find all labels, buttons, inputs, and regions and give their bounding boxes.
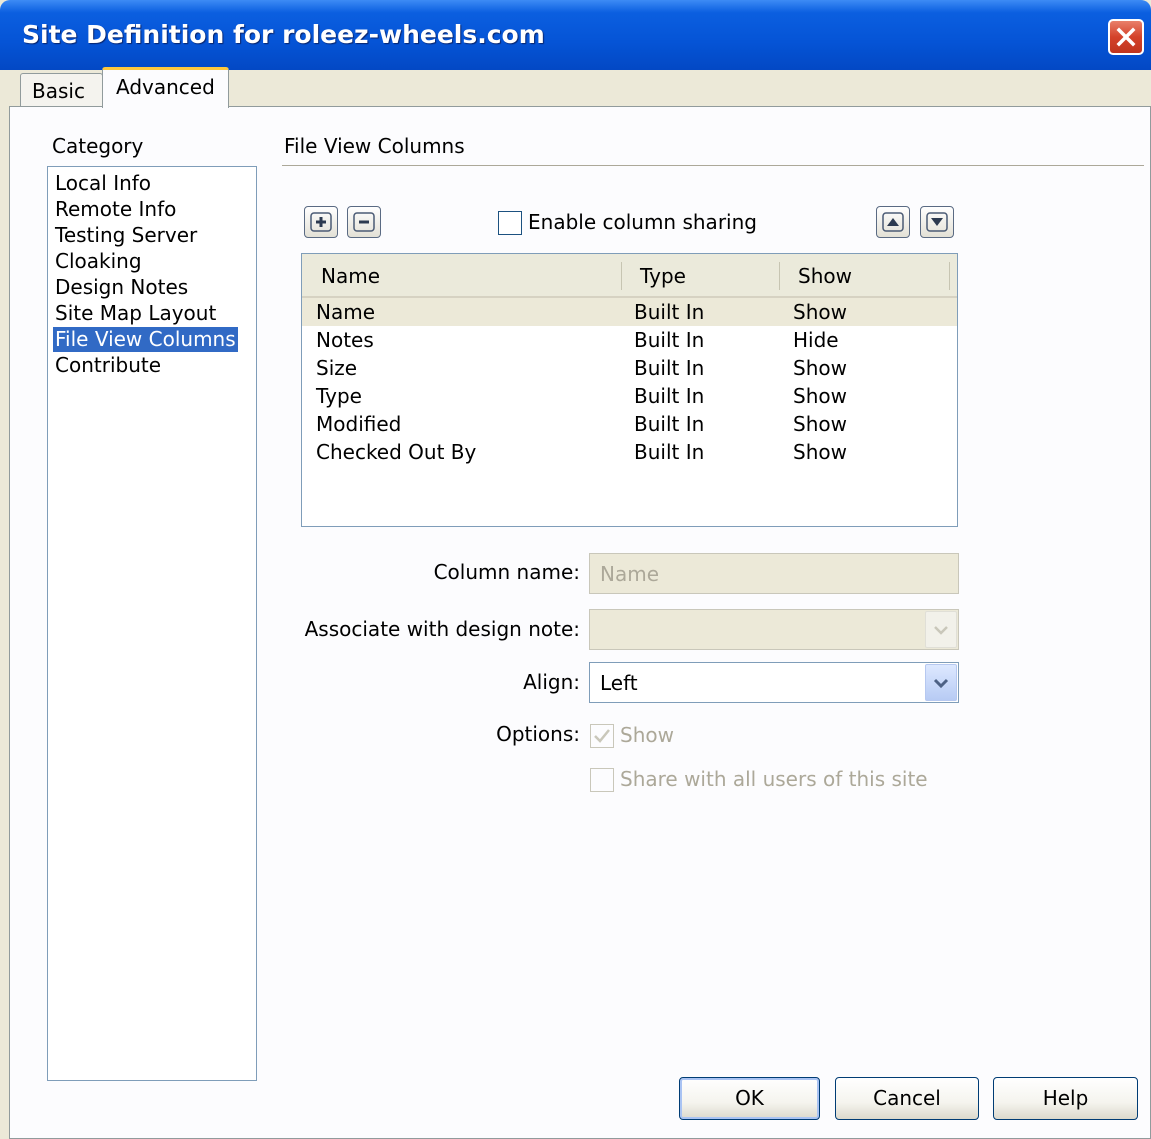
- column-name-value: Name: [600, 562, 660, 586]
- table-header: Name Type Show: [302, 254, 957, 298]
- cell-name: Size: [316, 356, 358, 380]
- move-up-button[interactable]: [876, 206, 910, 238]
- cell-show: Show: [793, 384, 847, 408]
- chevron-down-icon: [933, 678, 949, 689]
- column-name-label: Column name:: [433, 560, 580, 584]
- cell-type: Built In: [634, 440, 705, 464]
- table-row[interactable]: Type Built In Show: [302, 382, 957, 410]
- checkmark-icon: [594, 729, 610, 743]
- chevron-down-icon: [934, 626, 948, 635]
- align-value: Left: [600, 671, 638, 695]
- category-item-testing-server[interactable]: Testing Server: [53, 223, 199, 248]
- associate-dropdown-button[interactable]: [925, 611, 957, 648]
- cell-show: Show: [793, 356, 847, 380]
- move-down-button[interactable]: [920, 206, 954, 238]
- cell-type: Built In: [634, 412, 705, 436]
- cell-type: Built In: [634, 328, 705, 352]
- close-icon: [1116, 27, 1136, 47]
- minus-icon: [353, 212, 375, 232]
- header-type[interactable]: Type: [640, 264, 686, 288]
- header-separator: [621, 262, 622, 290]
- section-title: File View Columns: [284, 134, 465, 158]
- align-dropdown-button[interactable]: [925, 664, 957, 701]
- category-item-cloaking[interactable]: Cloaking: [53, 249, 144, 274]
- enable-sharing-label: Enable column sharing: [528, 210, 757, 234]
- remove-column-button[interactable]: [347, 206, 381, 238]
- category-item-site-map-layout[interactable]: Site Map Layout: [53, 301, 218, 326]
- header-separator: [949, 262, 950, 290]
- cell-name: Notes: [316, 328, 374, 352]
- table-row[interactable]: Notes Built In Hide: [302, 326, 957, 354]
- table-row[interactable]: Modified Built In Show: [302, 410, 957, 438]
- enable-sharing-checkbox[interactable]: [498, 211, 522, 235]
- tab-advanced[interactable]: Advanced: [102, 67, 229, 108]
- cell-name: Modified: [316, 412, 402, 436]
- cell-show: Hide: [793, 328, 839, 352]
- header-show[interactable]: Show: [798, 264, 852, 288]
- category-item-design-notes[interactable]: Design Notes: [53, 275, 190, 300]
- category-item-contribute[interactable]: Contribute: [53, 353, 163, 378]
- associate-label: Associate with design note:: [304, 617, 580, 641]
- category-label: Category: [52, 134, 144, 158]
- cell-type: Built In: [634, 356, 705, 380]
- show-label: Show: [620, 723, 674, 747]
- arrow-down-icon: [926, 212, 948, 232]
- align-select[interactable]: Left: [589, 662, 959, 703]
- category-item-local-info[interactable]: Local Info: [53, 171, 153, 196]
- title-bar: Site Definition for roleez-wheels.com: [0, 0, 1151, 70]
- align-label: Align:: [523, 670, 580, 694]
- header-name[interactable]: Name: [321, 264, 380, 288]
- tab-advanced-label: Advanced: [116, 75, 215, 99]
- table-row[interactable]: Checked Out By Built In Show: [302, 438, 957, 466]
- category-item-file-view-columns[interactable]: File View Columns: [53, 327, 238, 352]
- columns-table[interactable]: Name Type Show Name Built In Show Notes …: [301, 253, 958, 527]
- table-row[interactable]: Size Built In Show: [302, 354, 957, 382]
- cell-name: Name: [316, 300, 376, 324]
- arrow-up-icon: [882, 212, 904, 232]
- share-checkbox[interactable]: [590, 768, 614, 792]
- column-name-input[interactable]: Name: [589, 553, 959, 594]
- add-column-button[interactable]: [304, 206, 338, 238]
- section-divider: [282, 165, 1144, 166]
- cell-show: Show: [793, 412, 847, 436]
- close-button[interactable]: [1108, 19, 1144, 55]
- cell-show: Show: [793, 440, 847, 464]
- tab-basic[interactable]: Basic: [20, 73, 103, 107]
- share-label: Share with all users of this site: [620, 767, 928, 791]
- cell-type: Built In: [634, 384, 705, 408]
- table-row[interactable]: Name Built In Show: [302, 298, 957, 326]
- cell-show: Show: [793, 300, 847, 324]
- category-item-remote-info[interactable]: Remote Info: [53, 197, 178, 222]
- associate-select[interactable]: [589, 609, 959, 650]
- header-separator: [779, 262, 780, 290]
- cancel-button[interactable]: Cancel: [835, 1077, 979, 1120]
- cell-type: Built In: [634, 300, 705, 324]
- cell-name: Checked Out By: [316, 440, 477, 464]
- ok-button[interactable]: OK: [679, 1077, 820, 1120]
- category-list[interactable]: Local Info Remote Info Testing Server Cl…: [47, 166, 257, 1081]
- show-checkbox[interactable]: [590, 724, 614, 748]
- plus-icon: [310, 212, 332, 232]
- help-button[interactable]: Help: [993, 1077, 1138, 1120]
- window-title: Site Definition for roleez-wheels.com: [22, 20, 545, 49]
- options-label: Options:: [496, 722, 580, 746]
- cell-name: Type: [316, 384, 362, 408]
- tab-basic-label: Basic: [32, 79, 85, 103]
